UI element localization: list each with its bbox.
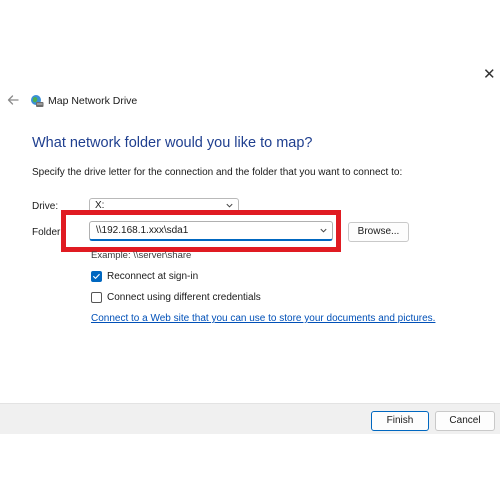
- reconnect-label[interactable]: Reconnect at sign-in: [107, 271, 198, 282]
- drive-select-value: X:: [95, 200, 105, 211]
- folder-input[interactable]: \\192.168.1.xxx\sda1: [89, 221, 333, 241]
- page-heading: What network folder would you like to ma…: [32, 135, 313, 151]
- folder-input-value: \\192.168.1.xxx\sda1: [96, 225, 189, 236]
- reconnect-checkbox[interactable]: [91, 271, 102, 282]
- checkmark-icon: [93, 273, 100, 279]
- close-button[interactable]: ✕: [483, 66, 496, 84]
- instructions-text: Specify the drive letter for the connect…: [32, 167, 403, 178]
- browse-button[interactable]: Browse...: [348, 222, 409, 242]
- folder-label: Folder:: [32, 227, 64, 238]
- chevron-down-icon: [226, 203, 233, 208]
- chevron-down-icon[interactable]: [319, 226, 328, 235]
- window-title: Map Network Drive: [48, 95, 138, 107]
- cancel-button[interactable]: Cancel: [435, 411, 495, 431]
- folder-example-text: Example: \\server\share: [91, 250, 192, 261]
- network-drive-icon: [31, 95, 44, 107]
- different-credentials-checkbox[interactable]: [91, 292, 102, 303]
- different-credentials-label[interactable]: Connect using different credentials: [107, 292, 261, 303]
- web-site-link[interactable]: Connect to a Web site that you can use t…: [91, 313, 435, 324]
- drive-select[interactable]: X:: [89, 198, 239, 215]
- back-arrow-icon[interactable]: [6, 93, 20, 107]
- finish-button[interactable]: Finish: [371, 411, 429, 431]
- drive-label: Drive:: [32, 201, 59, 212]
